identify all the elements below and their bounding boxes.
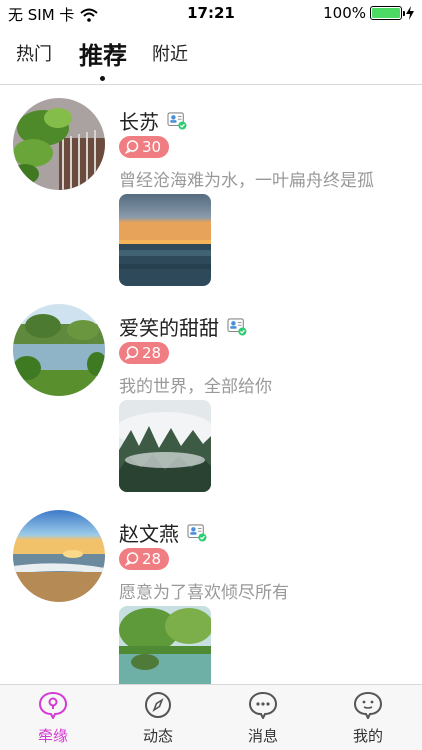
verified-id-icon xyxy=(167,111,187,130)
nav-label: 我的 xyxy=(352,727,383,745)
compass-icon xyxy=(145,692,171,718)
battery-tip xyxy=(403,11,405,16)
nav-label: 牵缘 xyxy=(37,727,68,745)
avatar-image-lake xyxy=(13,304,105,396)
user-name[interactable]: 赵文燕 xyxy=(119,518,179,547)
avatar-image-leaves xyxy=(13,98,105,190)
user-name[interactable]: 爱笑的甜甜 xyxy=(119,312,219,341)
charging-icon xyxy=(406,6,414,20)
user-bio: 愿意为了喜欢倾尽所有 xyxy=(119,583,289,603)
avatar-image-beach xyxy=(13,510,105,602)
likes-badge: 30 xyxy=(119,136,170,158)
feed-card[interactable]: 赵文燕 28 愿意为了喜欢倾尽所有 xyxy=(0,498,422,684)
top-tabs: 热门 推荐 附近 xyxy=(0,30,422,85)
tab-hot[interactable]: 热门 xyxy=(16,40,52,66)
status-bar: 无 SIM 卡 17:21 100% xyxy=(0,0,422,28)
likes-count: 30 xyxy=(142,138,162,156)
photo-misty-forest xyxy=(119,400,211,492)
likes-badge: 28 xyxy=(119,548,170,570)
nav-xiaoxi[interactable]: 消息 xyxy=(228,691,298,746)
nav-wode[interactable]: 我的 xyxy=(333,691,403,746)
tab-recommend[interactable]: 推荐 xyxy=(79,36,127,71)
status-right: 100% xyxy=(323,4,414,22)
face-icon xyxy=(353,691,383,721)
user-bio: 曾经沧海难为水，一叶扁舟终是孤 xyxy=(119,171,374,191)
user-name[interactable]: 长苏 xyxy=(119,106,159,135)
likes-count: 28 xyxy=(142,344,162,362)
location-bubble-icon xyxy=(38,691,68,721)
user-bio: 我的世界，全部给你 xyxy=(119,377,272,397)
verified-id-icon xyxy=(227,317,247,336)
verified-id-icon xyxy=(187,523,207,542)
chat-bubble-icon xyxy=(125,552,139,566)
feed-card[interactable]: 长苏 30 曾经沧海难为水，一叶扁舟终是孤 xyxy=(0,86,422,292)
likes-count: 28 xyxy=(142,550,162,568)
name-row: 长苏 xyxy=(119,106,187,135)
recommend-feed[interactable]: 长苏 30 曾经沧海难为水，一叶扁舟终是孤 爱笑的甜甜 28 我的世界，全部给你… xyxy=(0,86,422,684)
post-photo[interactable] xyxy=(119,606,211,684)
nav-label: 动态 xyxy=(142,727,173,745)
name-row: 赵文燕 xyxy=(119,518,207,547)
name-row: 爱笑的甜甜 xyxy=(119,312,247,341)
feed-card[interactable]: 爱笑的甜甜 28 我的世界，全部给你 xyxy=(0,292,422,498)
battery-percent: 100% xyxy=(323,4,366,22)
post-photo[interactable] xyxy=(119,194,211,286)
nav-dongtai[interactable]: 动态 xyxy=(123,691,193,746)
nav-label: 消息 xyxy=(247,727,278,745)
battery-fill xyxy=(372,8,400,18)
photo-lake-trees xyxy=(119,606,211,684)
avatar[interactable] xyxy=(13,98,105,190)
post-photo[interactable] xyxy=(119,400,211,492)
avatar[interactable] xyxy=(13,510,105,602)
avatar[interactable] xyxy=(13,304,105,396)
nav-qianyuan[interactable]: 牵缘 xyxy=(18,691,88,746)
battery-icon xyxy=(370,6,405,20)
bottom-nav: 牵缘 动态 消息 我的 xyxy=(0,684,422,750)
chat-bubble-icon xyxy=(248,691,278,721)
chat-bubble-icon xyxy=(125,346,139,360)
active-tab-indicator xyxy=(100,76,105,81)
likes-badge: 28 xyxy=(119,342,170,364)
photo-sunset-sea xyxy=(119,194,211,286)
tab-nearby[interactable]: 附近 xyxy=(152,40,188,66)
chat-bubble-icon xyxy=(125,140,139,154)
